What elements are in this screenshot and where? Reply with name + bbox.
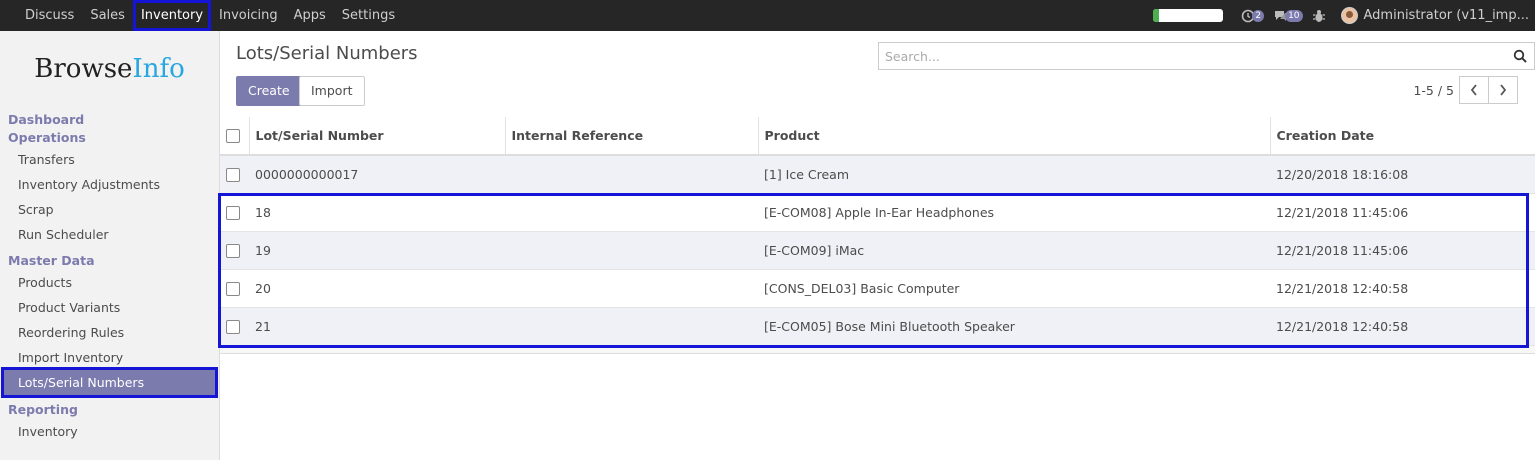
menu-sales[interactable]: Sales (82, 0, 133, 31)
message-count-badge: 10 (1285, 9, 1303, 22)
table-row[interactable]: 20 [CONS_DEL03] Basic Computer 12/21/201… (220, 268, 1535, 307)
activity-count-badge: 2 (1252, 9, 1265, 22)
lots-table: Lot/Serial Number Internal Reference Pro… (220, 117, 1535, 345)
planner-progress-bar[interactable] (1153, 9, 1224, 22)
creation-date-cell: 12/21/2018 11:45:06 (1270, 230, 1535, 269)
table-footer (220, 345, 1535, 354)
sidebar-section-master-data: Master Data (8, 253, 95, 268)
row-checkbox[interactable] (226, 205, 240, 220)
internal-reference-cell (505, 306, 758, 345)
sidebar-item-inventory-adjustments[interactable]: Inventory Adjustments (0, 172, 219, 197)
row-checkbox[interactable] (226, 168, 240, 182)
browseinfo-logo: Browse Info (0, 31, 219, 106)
table-row[interactable]: 0000000000017 [1] Ice Cream 12/20/2018 1… (220, 154, 1535, 193)
sidebar-item-products[interactable]: Products (0, 270, 219, 295)
table-row[interactable]: 18 [E-COM08] Apple In-Ear Headphones 12/… (220, 192, 1535, 231)
pager-value[interactable]: 1-5 / 5 (1413, 83, 1454, 98)
table-row[interactable]: 19 [E-COM09] iMac 12/21/2018 11:45:06 (220, 230, 1535, 269)
activity-menu[interactable]: 2 (1241, 9, 1265, 23)
menu-invoicing[interactable]: Invoicing (211, 0, 286, 31)
lots-list-view: Lot/Serial Number Internal Reference Pro… (218, 117, 1535, 354)
product-cell: [E-COM09] iMac (758, 230, 1270, 269)
search-input[interactable] (879, 43, 1479, 69)
sidebar-section-reporting: Reporting (8, 402, 78, 417)
internal-reference-cell (505, 268, 758, 307)
creation-date-cell: 12/21/2018 11:45:06 (1270, 192, 1535, 231)
product-cell: [E-COM08] Apple In-Ear Headphones (758, 192, 1270, 231)
progress-fill (1153, 9, 1159, 22)
sidebar-section-dashboard[interactable]: Dashboard (0, 106, 219, 129)
sidebar-item-import-inventory[interactable]: Import Inventory (0, 345, 219, 370)
row-checkbox[interactable] (226, 281, 240, 296)
creation-date-cell: 12/21/2018 12:40:58 (1270, 268, 1535, 307)
search-icon[interactable] (1513, 49, 1527, 63)
search-bar (878, 42, 1535, 70)
row-select-cell (220, 192, 249, 231)
column-header-internal-reference[interactable]: Internal Reference (505, 117, 759, 156)
select-all-checkbox[interactable] (226, 129, 240, 144)
creation-date-cell: 12/21/2018 12:40:58 (1270, 306, 1535, 345)
import-button[interactable]: Import (299, 76, 365, 106)
menu-settings[interactable]: Settings (334, 0, 403, 31)
row-select-cell (220, 230, 249, 269)
pager-previous-button[interactable] (1459, 76, 1489, 104)
creation-date-cell: 12/20/2018 18:16:08 (1270, 154, 1535, 193)
internal-reference-cell (505, 154, 758, 193)
sidebar-item-transfers[interactable]: Transfers (0, 147, 219, 172)
lot-cell: 18 (249, 192, 505, 231)
sidebar-item-product-variants[interactable]: Product Variants (0, 295, 219, 320)
bug-icon (1312, 9, 1325, 22)
product-cell: [1] Ice Cream (758, 154, 1270, 193)
table-row[interactable]: 21 [E-COM05] Bose Mini Bluetooth Speaker… (220, 306, 1535, 345)
menu-inventory[interactable]: Inventory (132, 0, 212, 31)
sidebar-item-lots-serial-numbers[interactable]: Lots/Serial Numbers (1, 367, 218, 398)
user-menu[interactable]: Administrator (v11_imp... (1340, 7, 1529, 24)
logo-info: Info (132, 53, 185, 84)
internal-reference-cell (505, 192, 758, 231)
product-cell: [E-COM05] Bose Mini Bluetooth Speaker (758, 306, 1270, 345)
lot-cell: 21 (249, 306, 505, 345)
messaging-menu[interactable]: 10 (1274, 9, 1303, 22)
row-checkbox[interactable] (226, 243, 240, 258)
sidebar-item-scrap[interactable]: Scrap (0, 197, 219, 222)
column-header-creation-date[interactable]: Creation Date (1270, 117, 1535, 156)
debug-menu[interactable] (1312, 9, 1325, 23)
create-button[interactable]: Create (236, 76, 302, 106)
row-select-cell (220, 306, 249, 345)
sidebar: Browse Info Dashboard Operations Transfer… (0, 31, 220, 460)
main-content: Lots/Serial Numbers Create Import 1-5 / … (218, 31, 1535, 460)
pager-next-button[interactable] (1488, 76, 1518, 104)
chevron-left-icon (1470, 84, 1477, 96)
lot-cell: 19 (249, 230, 505, 269)
sidebar-item-run-scheduler[interactable]: Run Scheduler (0, 222, 219, 247)
row-select-cell (220, 154, 249, 193)
lot-cell: 20 (249, 268, 505, 307)
sidebar-item-inventory-report[interactable]: Inventory (0, 419, 219, 444)
row-checkbox[interactable] (226, 320, 240, 334)
avatar (1340, 7, 1358, 24)
menu-discuss[interactable]: Discuss (17, 0, 82, 31)
column-header-lot[interactable]: Lot/Serial Number (249, 117, 506, 156)
sidebar-item-reordering-rules[interactable]: Reordering Rules (0, 320, 219, 345)
user-name: Administrator (v11_imp... (1363, 8, 1529, 23)
logo-browse: Browse (34, 53, 133, 84)
product-cell: [CONS_DEL03] Basic Computer (758, 268, 1270, 307)
lot-cell: 0000000000017 (249, 154, 505, 193)
select-all-cell (220, 117, 250, 156)
page-title: Lots/Serial Numbers (236, 43, 418, 64)
column-header-product[interactable]: Product (758, 117, 1271, 156)
table-header-row: Lot/Serial Number Internal Reference Pro… (220, 117, 1535, 156)
internal-reference-cell (505, 230, 758, 269)
row-select-cell (220, 268, 249, 307)
chevron-right-icon (1500, 84, 1507, 96)
sidebar-section-operations: Operations (8, 130, 86, 145)
top-navbar: Discuss Sales Inventory Invoicing Apps S… (0, 0, 1535, 31)
menu-apps[interactable]: Apps (286, 0, 334, 31)
